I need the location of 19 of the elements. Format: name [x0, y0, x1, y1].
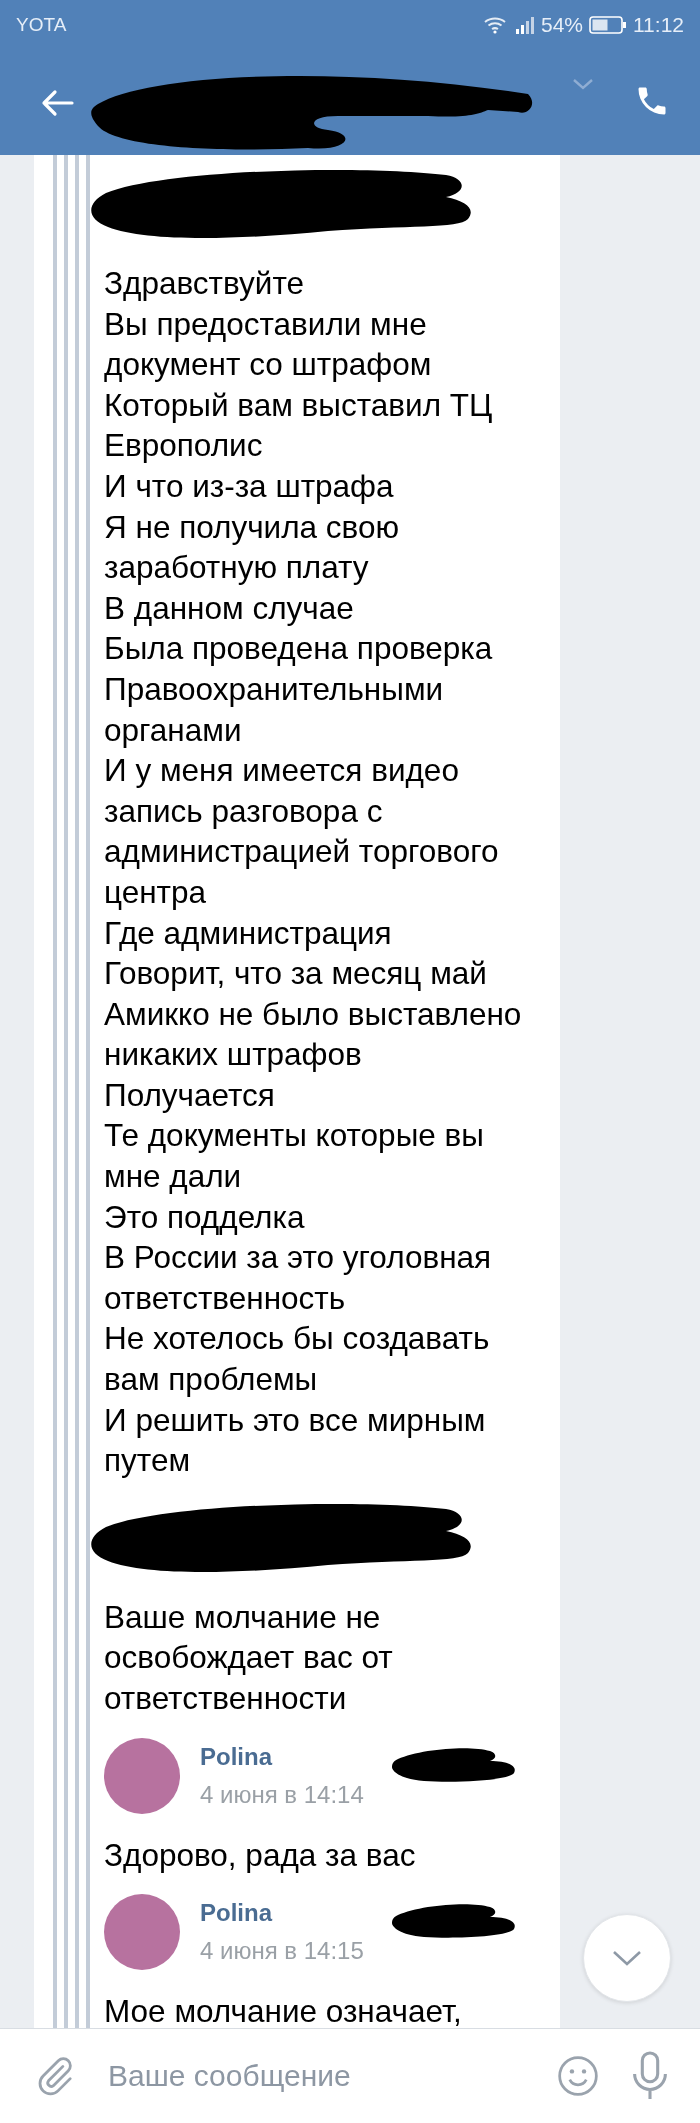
author-name[interactable]: Polina [200, 1899, 364, 1928]
message-text: Здорово, рада за вас [104, 1835, 417, 1875]
carrier-name: YOTA [16, 14, 67, 36]
author-name[interactable]: Polina [200, 1742, 364, 1771]
scroll-down-button[interactable] [583, 1914, 671, 2002]
battery-icon [589, 16, 627, 34]
battery-percent: 54% [540, 13, 583, 37]
message-text: Здравствуйте Вы предоставили мне документ со штрафом Который вам выставил ТЦ Европолис И что из-за штрафа Я не получила свою заработную плату В данном случае Была проведена проверка Правоохранительными органами И у меня имеется видео запись разговора с администрацией торгового центра Где администрация Говорит, что за месяц май Амикко не было выставлено никаких штрафов Получается Те документы которые вы мне дали Это подделка В России за это уголовная ответственность Не хотелось бы создавать вам проблемы И решить это все мирным путем [104, 264, 523, 1481]
message-date: 4 июня в 14:14 [200, 1780, 364, 1809]
message-text: Ваше молчание не освобождает вас от ответственности [104, 1597, 394, 1718]
signal-icon [514, 16, 535, 34]
chevron-down-icon[interactable] [572, 78, 594, 90]
back-arrow-icon[interactable] [40, 89, 74, 117]
chevron-down-icon [612, 1950, 642, 1966]
clock-time: 11:12 [633, 13, 684, 37]
smiley-icon[interactable] [556, 2054, 600, 2098]
message-text: Мое молчание означает, [104, 1992, 463, 2028]
microphone-icon[interactable] [630, 2051, 670, 2101]
message-date: 4 июня в 14:15 [200, 1937, 364, 1966]
